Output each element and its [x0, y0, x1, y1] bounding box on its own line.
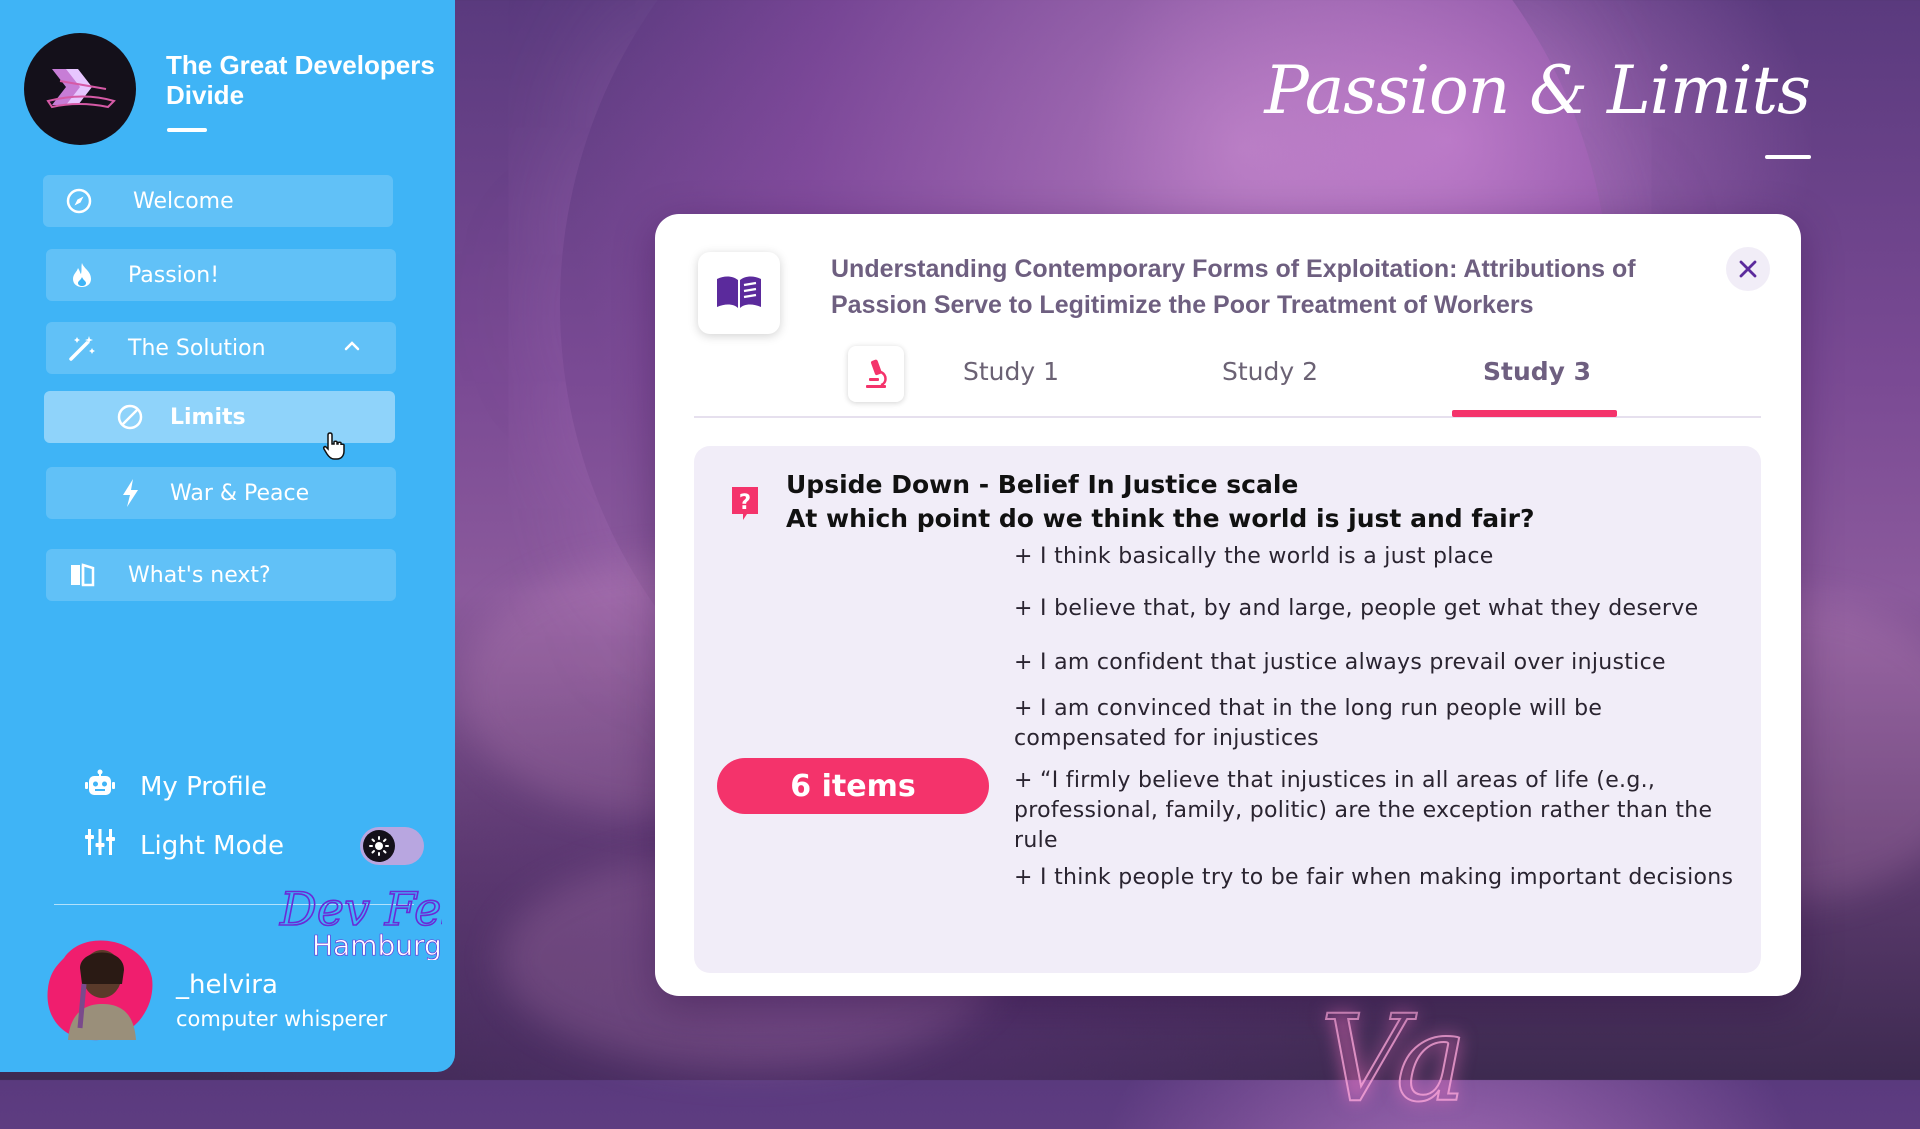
- tab-study-3[interactable]: Study 3: [1483, 357, 1591, 386]
- sidebar: The Great Developers Divide Welcome Pass…: [0, 0, 485, 1072]
- statement-item: + “I firmly believe that injustices in a…: [1014, 768, 1713, 853]
- logo-chevrons-icon: [46, 69, 116, 109]
- items-count-badge: 6 items: [717, 758, 989, 814]
- user-name: _helvira: [176, 970, 278, 1000]
- page-title: Passion & Limits: [1264, 52, 1811, 129]
- nav-label: Limits: [170, 404, 246, 430]
- nav-label: Passion!: [128, 262, 220, 288]
- study-modal: Understanding Contemporary Forms of Expl…: [655, 214, 1801, 996]
- devfest-hamburg-logo: Dev Fest Hamburg: [272, 875, 485, 962]
- book-icon-box: [698, 252, 780, 334]
- light-mode-row: Light Mode: [84, 827, 284, 864]
- statement-item: + I am convinced that in the long run pe…: [1014, 696, 1603, 751]
- statement-item: + I am confident that justice always pre…: [1014, 650, 1666, 675]
- nav-label: What's next?: [128, 562, 271, 588]
- chevron-up-icon: [342, 336, 362, 362]
- statement-item: + I believe that, by and large, people g…: [1014, 596, 1699, 621]
- light-mode-toggle[interactable]: [360, 827, 424, 865]
- nav-label: War & Peace: [170, 480, 310, 506]
- prohibited-icon: [114, 401, 146, 433]
- neon-sign-decoration: Va: [1319, 989, 1468, 1129]
- close-icon: [1739, 260, 1757, 278]
- sun-icon: [363, 830, 395, 862]
- flame-icon: [66, 259, 98, 291]
- page-flip-icon: [66, 559, 98, 591]
- compass-icon: [63, 185, 95, 217]
- microscope-icon: [866, 359, 887, 388]
- svg-text:?: ?: [739, 490, 751, 514]
- active-tab-indicator: [1452, 410, 1617, 417]
- brand-title: The Great Developers Divide: [166, 50, 435, 110]
- nav-item-the-solution[interactable]: The Solution: [46, 322, 396, 374]
- user-avatar[interactable]: [44, 928, 156, 1048]
- nav-item-limits[interactable]: Limits: [44, 391, 395, 460]
- paper-title: Understanding Contemporary Forms of Expl…: [831, 255, 1636, 319]
- nav-label: Welcome: [133, 188, 234, 214]
- question-scale-name: Upside Down - Belief In Justice scale: [786, 470, 1299, 499]
- brand-underline: [167, 128, 207, 132]
- question-text: At which point do we think the world is …: [786, 504, 1535, 533]
- book-icon: [717, 276, 761, 308]
- svg-text:Hamburg: Hamburg: [312, 929, 442, 960]
- nav-item-welcome[interactable]: Welcome: [43, 175, 393, 227]
- tab-study-1[interactable]: Study 1: [963, 357, 1059, 386]
- statement-item: + I think basically the world is a just …: [1014, 544, 1494, 569]
- question-icon: ?: [729, 484, 761, 526]
- nav-item-war-peace[interactable]: War & Peace: [46, 467, 396, 519]
- lightning-icon: [114, 477, 146, 509]
- hand-cursor-icon: [322, 431, 348, 467]
- sliders-icon: [84, 827, 116, 864]
- statement-item: + I think people try to be fair when mak…: [1014, 865, 1734, 890]
- nav-item-passion[interactable]: Passion!: [46, 249, 396, 301]
- study-content-panel: ? Upside Down - Belief In Justice scale …: [694, 446, 1761, 973]
- close-button[interactable]: [1726, 247, 1770, 291]
- app-logo[interactable]: [24, 33, 136, 145]
- light-mode-label: Light Mode: [140, 830, 284, 861]
- page-title-underline: [1765, 155, 1811, 159]
- nav-item-whats-next[interactable]: What's next?: [46, 549, 396, 601]
- question-title: Upside Down - Belief In Justice scale At…: [786, 468, 1535, 536]
- robot-icon: [84, 768, 116, 805]
- tab-study-2[interactable]: Study 2: [1222, 357, 1318, 386]
- user-role: computer whisperer: [176, 1007, 388, 1031]
- magic-wand-icon: [66, 332, 98, 364]
- my-profile-label: My Profile: [140, 771, 267, 802]
- microscope-tab-button[interactable]: [848, 346, 904, 402]
- svg-text:Dev Fest: Dev Fest: [279, 882, 442, 936]
- nav-label: The Solution: [128, 335, 266, 361]
- my-profile-link[interactable]: My Profile: [84, 768, 267, 805]
